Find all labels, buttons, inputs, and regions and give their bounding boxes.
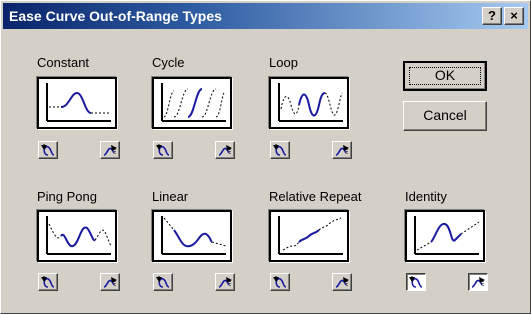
loop-curve-icon [278,83,343,122]
out-of-range-out-icon [335,145,349,156]
out-of-range-out-icon [103,277,117,288]
identity-label: Identity [405,189,447,204]
constant-in-range-button[interactable] [38,141,58,159]
identity-in-range-button[interactable] [406,273,426,291]
relative-repeat-in-range-button[interactable] [270,273,290,291]
identity-out-range-button[interactable] [468,273,488,291]
ping-pong-preview[interactable] [37,210,117,262]
out-of-range-in-icon [41,276,55,288]
close-button[interactable]: × [504,7,524,25]
out-of-range-out-icon [335,277,349,288]
relative-repeat-curve-icon [278,216,343,255]
out-of-range-out-icon [218,277,232,288]
linear-out-range-button[interactable] [215,273,235,291]
identity-curve-icon [414,216,480,255]
relative-repeat-label: Relative Repeat [269,189,362,204]
out-of-range-in-icon [41,144,55,156]
ping-pong-in-range-button[interactable] [38,273,58,291]
cycle-in-range-button[interactable] [153,141,173,159]
constant-label: Constant [37,55,90,70]
identity-preview[interactable] [405,210,485,262]
cycle-preview[interactable] [152,77,232,129]
out-of-range-out-icon [103,145,117,156]
linear-in-range-button[interactable] [153,273,173,291]
constant-preview[interactable] [37,77,117,129]
out-of-range-in-icon [156,144,170,156]
loop-in-range-button[interactable] [270,141,290,159]
ping-pong-curve-icon [46,216,112,255]
title-bar: Ease Curve Out-of-Range Types ? × [3,3,528,29]
loop-label: Loop [269,55,298,70]
window-title: Ease Curve Out-of-Range Types [9,8,222,24]
cycle-label: Cycle [152,55,185,70]
cycle-curve-icon [161,83,226,122]
out-of-range-out-icon [471,277,485,288]
out-of-range-in-icon [409,276,423,288]
constant-curve-icon [46,83,111,122]
cycle-out-range-button[interactable] [215,141,235,159]
relative-repeat-out-range-button[interactable] [332,273,352,291]
cancel-button[interactable]: Cancel [403,101,487,131]
ping-pong-out-range-button[interactable] [100,273,120,291]
loop-preview[interactable] [269,77,349,129]
out-of-range-in-icon [273,276,287,288]
out-of-range-in-icon [273,144,287,156]
constant-out-range-button[interactable] [100,141,120,159]
focus-rect [409,67,481,85]
ok-button[interactable]: OK [403,61,487,91]
out-of-range-out-icon [218,145,232,156]
out-of-range-in-icon [156,276,170,288]
ease-curve-dialog: Ease Curve Out-of-Range Types ? × Consta… [0,0,531,314]
ping-pong-label: Ping Pong [37,189,97,204]
loop-out-range-button[interactable] [332,141,352,159]
help-button[interactable]: ? [482,7,502,25]
linear-curve-icon [161,216,227,255]
relative-repeat-preview[interactable] [269,210,349,262]
linear-label: Linear [152,189,189,204]
linear-preview[interactable] [152,210,232,262]
